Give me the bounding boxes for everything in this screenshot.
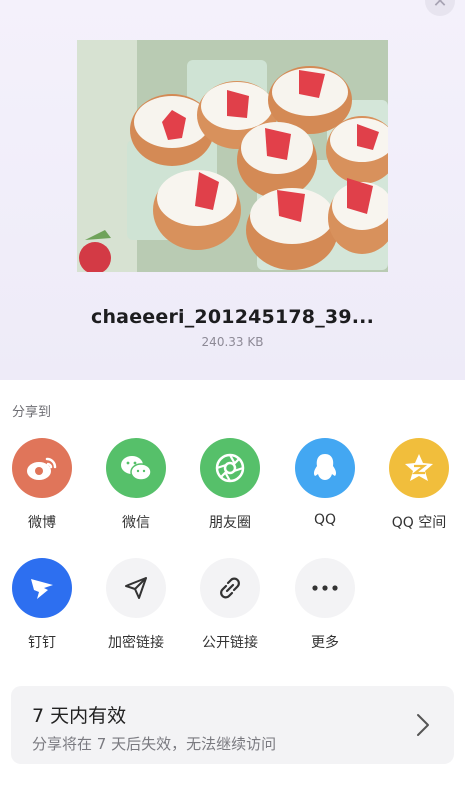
link-icon — [200, 558, 260, 618]
share-encrypted-link[interactable]: 加密链接 — [89, 558, 183, 652]
file-preview-panel: ✕ chaeeeri_201245178_39... 240.33 KB — [0, 0, 465, 380]
share-label: QQ 空间 — [391, 515, 447, 531]
close-icon: ✕ — [432, 0, 448, 12]
qzone-icon — [389, 438, 449, 498]
share-label: 公开链接 — [202, 635, 258, 651]
share-more[interactable]: 更多 — [278, 558, 372, 652]
more-icon — [295, 558, 355, 618]
share-label: 微博 — [28, 515, 56, 531]
validity-title: 7 天内有效 — [32, 705, 127, 727]
share-label: 钉钉 — [28, 635, 56, 651]
validity-option[interactable]: 7 天内有效 分享将在 7 天后失效，无法继续访问 — [11, 686, 454, 764]
file-size: 240.33 KB — [201, 335, 264, 349]
share-label: 更多 — [311, 635, 339, 651]
share-heading: 分享到 — [12, 405, 52, 420]
share-label: 加密链接 — [108, 635, 164, 651]
share-weibo[interactable]: 微博 — [0, 438, 89, 532]
moments-icon — [200, 438, 260, 498]
qq-icon — [295, 438, 355, 498]
share-label: 朋友圈 — [209, 515, 251, 531]
send-icon — [106, 558, 166, 618]
close-button[interactable]: ✕ — [425, 0, 455, 16]
share-public-link[interactable]: 公开链接 — [183, 558, 277, 652]
image-thumbnail — [77, 40, 388, 272]
share-wechat[interactable]: 微信 — [89, 438, 183, 532]
share-moments[interactable]: 朋友圈 — [183, 438, 277, 532]
dingtalk-icon — [12, 558, 72, 618]
share-label: QQ — [313, 512, 337, 528]
wechat-icon — [106, 438, 166, 498]
share-qq[interactable]: QQ — [278, 438, 372, 528]
share-label: 微信 — [122, 515, 150, 531]
file-name: chaeeeri_201245178_39... — [90, 306, 375, 328]
chevron-right-icon — [416, 713, 430, 741]
weibo-icon — [12, 438, 72, 498]
share-qzone[interactable]: QQ 空间 — [372, 438, 465, 532]
share-dingtalk[interactable]: 钉钉 — [0, 558, 89, 652]
validity-subtitle: 分享将在 7 天后失效，无法继续访问 — [32, 735, 277, 753]
